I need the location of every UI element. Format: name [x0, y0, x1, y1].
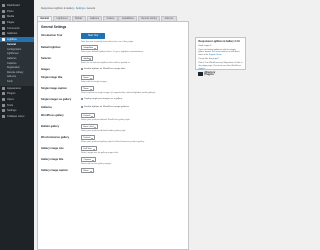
- gallery-image-caption-select[interactable]: None: [81, 168, 94, 173]
- gallery-image-size-desc: Select image size for gallery image link…: [81, 152, 119, 154]
- builder-gallery-select[interactable]: Basic Grid: [81, 124, 99, 129]
- media-icon: [2, 15, 5, 19]
- sidebar-item-label: Appearance: [7, 86, 21, 90]
- gallery-image-size-select[interactable]: Full Size: [81, 146, 97, 151]
- start-tour-button[interactable]: Start Tour: [81, 33, 106, 39]
- builder-gallery-label: Builder gallery: [41, 125, 60, 128]
- gallery-image-size-label: Gallery image size: [41, 147, 64, 150]
- admin-menu: Dashboard Posts Media Pages Comments Gallerie…: [0, 0, 34, 250]
- galleries-checkbox-label: Enable lightbox for WordPress image gall…: [84, 106, 130, 109]
- selector-desc: Enter the rel selector lightbox effect w…: [81, 62, 131, 64]
- sidebar-item-label: Settings: [7, 109, 17, 113]
- galleries-icon: [2, 32, 5, 36]
- support-paragraph: If you are having problems with this plu…: [198, 49, 242, 57]
- lightbox-submenu: General Configuration Lightboxes Galleries C…: [0, 42, 34, 86]
- sidebar-item-label: Collapse menu: [7, 114, 25, 118]
- like-plugin-text: Do you like this plugin?: [198, 58, 219, 61]
- default-lightbox-select[interactable]: SwipeBox: [81, 45, 99, 50]
- dfactory-logo[interactable]: dFactory Plugins: [198, 71, 242, 77]
- gallery-image-title-label: Gallery image title: [41, 158, 64, 161]
- collapse-icon: [2, 114, 5, 118]
- plugin-info-title: Responsive Lightbox & Gallery 2.4.6: [198, 40, 240, 43]
- breadcrumb-prefix: Responsive Lightbox & Gallery ›: [41, 7, 76, 10]
- intro-tour-desc: Take this tour to quickly learn about th…: [81, 40, 134, 43]
- single-image-caption-desc: Select caption for single images (if sup…: [81, 92, 156, 94]
- images-label: Images: [41, 68, 50, 71]
- plugin-info-card: Responsive Lightbox & Gallery 2.4.6 Need…: [195, 37, 246, 77]
- woocommerce-gallery-label: WooCommerce gallery: [41, 136, 70, 139]
- sidebar-item-label: Media: [7, 15, 15, 19]
- sidebar-item-label: Dashboard: [7, 4, 20, 8]
- appearance-icon: [2, 86, 5, 90]
- sidebar-item-label: Galleries: [7, 32, 18, 36]
- logo-text-line2: Plugins: [204, 73, 214, 77]
- default-lightbox-label: Default lightbox: [41, 46, 61, 49]
- sidebar-item-label: Users: [7, 97, 14, 101]
- main-content: Responsive Lightbox & Gallery › Settings…: [34, 0, 250, 250]
- default-lightbox-desc-end: .: [143, 51, 144, 53]
- images-checkbox-box[interactable]: [81, 68, 84, 71]
- pages-icon: [2, 21, 5, 25]
- breadcrumb-suffix: › General: [84, 7, 96, 10]
- default-lightbox-desc-text: Select your default lightbox effect. Or …: [81, 51, 121, 53]
- selector-label: Selector: [41, 57, 52, 60]
- rate-paragraph: Rate it 5 on WordPress.org. Blog about i…: [198, 62, 242, 70]
- woocommerce-gallery-select[interactable]: Default: [81, 135, 96, 140]
- support-forum-link[interactable]: Support forum: [209, 54, 222, 56]
- posts-icon: [2, 9, 5, 13]
- images-checkbox[interactable]: Enable lightbox for WordPress image link…: [81, 68, 126, 71]
- selector-input[interactable]: lightbox: [81, 56, 94, 61]
- sidebar-item-label: Plugins: [7, 92, 16, 96]
- single-images-gallery-check-label: Display single post images as a gallery.: [84, 98, 123, 101]
- galleries-checkbox-box[interactable]: [81, 106, 84, 109]
- sidebar-item-label: Pages: [7, 21, 15, 25]
- wordpress-gallery-select[interactable]: Default: [81, 113, 96, 118]
- breadcrumb: Responsive Lightbox & Gallery › Settings…: [41, 7, 95, 10]
- gallery-image-title-desc: Select title for the gallery images.: [81, 163, 112, 165]
- lightbox-icon: [2, 37, 5, 41]
- panel-title: General Settings: [41, 25, 67, 29]
- gallery-image-title-select[interactable]: Caption: [81, 157, 96, 162]
- single-image-title-select[interactable]: None: [81, 75, 94, 80]
- single-image-title-desc: Select title for single images.: [81, 81, 108, 83]
- need-support-text: Need support?: [198, 44, 212, 47]
- sidebar-item-collapse-menu[interactable]: Collapse menu: [0, 113, 34, 119]
- sidebar-item-label: Comments: [7, 26, 20, 30]
- dfactory-logo-icon: [198, 72, 204, 77]
- single-images-gallery-checkbox[interactable]: Display single post images as a gallery.: [81, 98, 123, 101]
- intro-tour-label: Introduction Tour: [41, 34, 63, 37]
- lightbox-customizations-link[interactable]: Lightbox customizations: [121, 51, 143, 53]
- sidebar-item-label: Posts: [7, 9, 14, 13]
- comments-icon: [2, 26, 5, 30]
- single-image-caption-select[interactable]: None: [81, 86, 94, 91]
- gallery-image-caption-label: Gallery image caption: [41, 169, 68, 172]
- wordpress-gallery-desc: Select your preferred default WordPress …: [81, 119, 131, 121]
- single-images-gallery-box[interactable]: [81, 98, 84, 101]
- dashboard-icon: [2, 4, 5, 8]
- plugins-icon: [2, 92, 5, 96]
- single-image-title-label: Single image title: [41, 76, 63, 79]
- wordpress-gallery-label: WordPress gallery: [41, 114, 64, 117]
- sidebar-item-label: Tools: [7, 103, 14, 107]
- single-image-caption-label: Single image caption: [41, 87, 67, 90]
- submenu-item-tools[interactable]: Tools: [0, 80, 34, 85]
- images-checkbox-label: Enable lightbox for WordPress image link…: [84, 68, 126, 71]
- galleries-label: Galleries: [41, 106, 52, 109]
- single-images-gallery-label: Single images as gallery: [41, 98, 72, 101]
- builder-gallery-desc: Select your preferred default builder ga…: [81, 130, 127, 132]
- rate-text-end: .: [204, 67, 206, 70]
- support-text-end: .: [221, 54, 223, 57]
- galleries-checkbox[interactable]: Enable lightbox for WordPress image gall…: [81, 106, 130, 109]
- woocommerce-gallery-desc: Select your preferred gallery style for …: [81, 141, 145, 143]
- users-icon: [2, 97, 5, 101]
- settings-icon: [2, 109, 5, 113]
- settings-panel: General Settings Introduction Tour Start…: [37, 21, 189, 250]
- sidebar-item-label: Lightbox: [7, 37, 17, 41]
- default-lightbox-desc: Select your default lightbox effect. Or …: [81, 51, 144, 53]
- tools-icon: [2, 103, 5, 107]
